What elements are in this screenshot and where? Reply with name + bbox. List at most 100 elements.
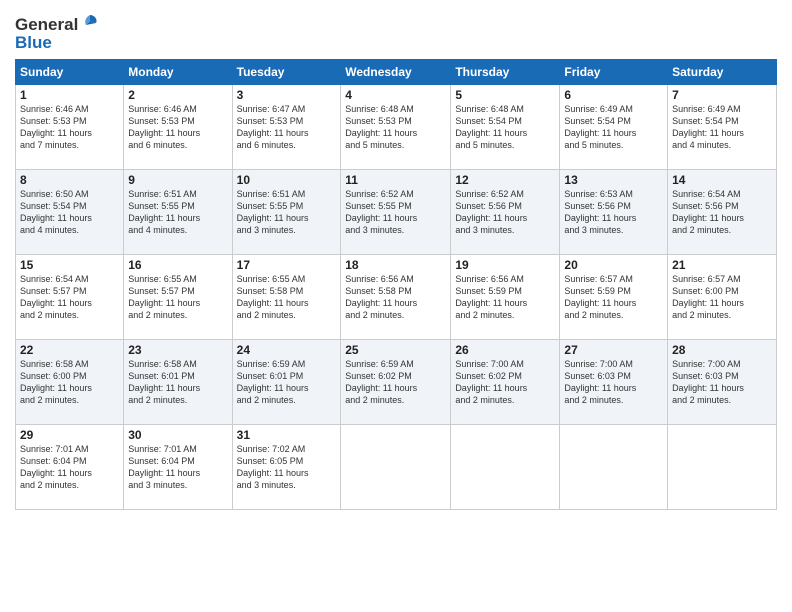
calendar-day-cell: 5 Sunrise: 6:48 AMSunset: 5:54 PMDayligh… <box>451 85 560 170</box>
calendar-day-cell: 29 Sunrise: 7:01 AMSunset: 6:04 PMDaylig… <box>16 425 124 510</box>
day-info: Sunrise: 6:46 AMSunset: 5:53 PMDaylight:… <box>128 103 227 152</box>
day-info: Sunrise: 6:58 AMSunset: 6:01 PMDaylight:… <box>128 358 227 407</box>
day-info: Sunrise: 6:52 AMSunset: 5:55 PMDaylight:… <box>345 188 446 237</box>
calendar-week-row: 15 Sunrise: 6:54 AMSunset: 5:57 PMDaylig… <box>16 255 777 340</box>
calendar-day-cell: 21 Sunrise: 6:57 AMSunset: 6:00 PMDaylig… <box>668 255 777 340</box>
day-number: 1 <box>20 88 119 102</box>
calendar-day-cell: 22 Sunrise: 6:58 AMSunset: 6:00 PMDaylig… <box>16 340 124 425</box>
day-info: Sunrise: 6:49 AMSunset: 5:54 PMDaylight:… <box>564 103 663 152</box>
day-number: 2 <box>128 88 227 102</box>
day-number: 21 <box>672 258 772 272</box>
day-info: Sunrise: 6:59 AMSunset: 6:01 PMDaylight:… <box>237 358 337 407</box>
logo-mark: General Blue <box>15 14 100 51</box>
day-number: 28 <box>672 343 772 357</box>
day-number: 18 <box>345 258 446 272</box>
calendar-day-cell: 28 Sunrise: 7:00 AMSunset: 6:03 PMDaylig… <box>668 340 777 425</box>
logo: General Blue <box>15 14 100 51</box>
day-info: Sunrise: 6:49 AMSunset: 5:54 PMDaylight:… <box>672 103 772 152</box>
calendar-day-cell: 3 Sunrise: 6:47 AMSunset: 5:53 PMDayligh… <box>232 85 341 170</box>
calendar-day-cell: 13 Sunrise: 6:53 AMSunset: 5:56 PMDaylig… <box>560 170 668 255</box>
weekday-header: Friday <box>560 60 668 85</box>
calendar-day-cell: 20 Sunrise: 6:57 AMSunset: 5:59 PMDaylig… <box>560 255 668 340</box>
day-number: 17 <box>237 258 337 272</box>
day-info: Sunrise: 6:55 AMSunset: 5:58 PMDaylight:… <box>237 273 337 322</box>
calendar-day-cell <box>451 425 560 510</box>
calendar-week-row: 8 Sunrise: 6:50 AMSunset: 5:54 PMDayligh… <box>16 170 777 255</box>
calendar-table: SundayMondayTuesdayWednesdayThursdayFrid… <box>15 59 777 510</box>
day-info: Sunrise: 6:57 AMSunset: 5:59 PMDaylight:… <box>564 273 663 322</box>
day-number: 27 <box>564 343 663 357</box>
calendar-day-cell: 6 Sunrise: 6:49 AMSunset: 5:54 PMDayligh… <box>560 85 668 170</box>
calendar-day-cell: 2 Sunrise: 6:46 AMSunset: 5:53 PMDayligh… <box>124 85 232 170</box>
calendar-day-cell: 19 Sunrise: 6:56 AMSunset: 5:59 PMDaylig… <box>451 255 560 340</box>
day-info: Sunrise: 6:46 AMSunset: 5:53 PMDaylight:… <box>20 103 119 152</box>
day-info: Sunrise: 6:47 AMSunset: 5:53 PMDaylight:… <box>237 103 337 152</box>
calendar-container: General Blue SundayMondayTuesdayWednesda… <box>0 0 792 612</box>
calendar-body: 1 Sunrise: 6:46 AMSunset: 5:53 PMDayligh… <box>16 85 777 510</box>
calendar-day-cell: 15 Sunrise: 6:54 AMSunset: 5:57 PMDaylig… <box>16 255 124 340</box>
day-info: Sunrise: 6:58 AMSunset: 6:00 PMDaylight:… <box>20 358 119 407</box>
logo-general: General <box>15 16 78 33</box>
calendar-day-cell: 10 Sunrise: 6:51 AMSunset: 5:55 PMDaylig… <box>232 170 341 255</box>
day-number: 12 <box>455 173 555 187</box>
day-info: Sunrise: 6:48 AMSunset: 5:53 PMDaylight:… <box>345 103 446 152</box>
weekday-header: Saturday <box>668 60 777 85</box>
day-number: 16 <box>128 258 227 272</box>
calendar-day-cell: 26 Sunrise: 7:00 AMSunset: 6:02 PMDaylig… <box>451 340 560 425</box>
day-number: 30 <box>128 428 227 442</box>
day-number: 15 <box>20 258 119 272</box>
day-number: 11 <box>345 173 446 187</box>
calendar-day-cell: 11 Sunrise: 6:52 AMSunset: 5:55 PMDaylig… <box>341 170 451 255</box>
calendar-day-cell: 31 Sunrise: 7:02 AMSunset: 6:05 PMDaylig… <box>232 425 341 510</box>
day-info: Sunrise: 6:54 AMSunset: 5:57 PMDaylight:… <box>20 273 119 322</box>
day-number: 22 <box>20 343 119 357</box>
day-number: 5 <box>455 88 555 102</box>
calendar-day-cell: 7 Sunrise: 6:49 AMSunset: 5:54 PMDayligh… <box>668 85 777 170</box>
calendar-day-cell: 4 Sunrise: 6:48 AMSunset: 5:53 PMDayligh… <box>341 85 451 170</box>
day-info: Sunrise: 6:50 AMSunset: 5:54 PMDaylight:… <box>20 188 119 237</box>
day-info: Sunrise: 7:00 AMSunset: 6:03 PMDaylight:… <box>564 358 663 407</box>
calendar-day-cell: 25 Sunrise: 6:59 AMSunset: 6:02 PMDaylig… <box>341 340 451 425</box>
day-number: 3 <box>237 88 337 102</box>
calendar-day-cell: 1 Sunrise: 6:46 AMSunset: 5:53 PMDayligh… <box>16 85 124 170</box>
day-number: 25 <box>345 343 446 357</box>
day-info: Sunrise: 7:01 AMSunset: 6:04 PMDaylight:… <box>20 443 119 492</box>
calendar-week-row: 29 Sunrise: 7:01 AMSunset: 6:04 PMDaylig… <box>16 425 777 510</box>
calendar-day-cell: 24 Sunrise: 6:59 AMSunset: 6:01 PMDaylig… <box>232 340 341 425</box>
weekday-header: Wednesday <box>341 60 451 85</box>
day-info: Sunrise: 7:01 AMSunset: 6:04 PMDaylight:… <box>128 443 227 492</box>
calendar-day-cell <box>341 425 451 510</box>
day-number: 23 <box>128 343 227 357</box>
calendar-day-cell: 23 Sunrise: 6:58 AMSunset: 6:01 PMDaylig… <box>124 340 232 425</box>
day-number: 9 <box>128 173 227 187</box>
day-number: 19 <box>455 258 555 272</box>
calendar-day-cell: 17 Sunrise: 6:55 AMSunset: 5:58 PMDaylig… <box>232 255 341 340</box>
weekday-header: Thursday <box>451 60 560 85</box>
weekday-header-row: SundayMondayTuesdayWednesdayThursdayFrid… <box>16 60 777 85</box>
calendar-day-cell: 9 Sunrise: 6:51 AMSunset: 5:55 PMDayligh… <box>124 170 232 255</box>
calendar-day-cell: 12 Sunrise: 6:52 AMSunset: 5:56 PMDaylig… <box>451 170 560 255</box>
day-number: 20 <box>564 258 663 272</box>
day-info: Sunrise: 6:56 AMSunset: 5:59 PMDaylight:… <box>455 273 555 322</box>
weekday-header: Tuesday <box>232 60 341 85</box>
day-info: Sunrise: 6:48 AMSunset: 5:54 PMDaylight:… <box>455 103 555 152</box>
day-info: Sunrise: 6:57 AMSunset: 6:00 PMDaylight:… <box>672 273 772 322</box>
logo-bird-icon <box>80 14 100 34</box>
calendar-week-row: 22 Sunrise: 6:58 AMSunset: 6:00 PMDaylig… <box>16 340 777 425</box>
day-info: Sunrise: 6:53 AMSunset: 5:56 PMDaylight:… <box>564 188 663 237</box>
calendar-day-cell: 27 Sunrise: 7:00 AMSunset: 6:03 PMDaylig… <box>560 340 668 425</box>
calendar-day-cell: 30 Sunrise: 7:01 AMSunset: 6:04 PMDaylig… <box>124 425 232 510</box>
weekday-header: Monday <box>124 60 232 85</box>
day-number: 29 <box>20 428 119 442</box>
day-info: Sunrise: 6:55 AMSunset: 5:57 PMDaylight:… <box>128 273 227 322</box>
calendar-day-cell: 14 Sunrise: 6:54 AMSunset: 5:56 PMDaylig… <box>668 170 777 255</box>
day-info: Sunrise: 6:54 AMSunset: 5:56 PMDaylight:… <box>672 188 772 237</box>
day-info: Sunrise: 6:51 AMSunset: 5:55 PMDaylight:… <box>237 188 337 237</box>
calendar-day-cell <box>668 425 777 510</box>
logo-blue: Blue <box>15 34 100 51</box>
day-number: 10 <box>237 173 337 187</box>
day-number: 31 <box>237 428 337 442</box>
day-info: Sunrise: 6:51 AMSunset: 5:55 PMDaylight:… <box>128 188 227 237</box>
calendar-day-cell: 8 Sunrise: 6:50 AMSunset: 5:54 PMDayligh… <box>16 170 124 255</box>
day-info: Sunrise: 6:56 AMSunset: 5:58 PMDaylight:… <box>345 273 446 322</box>
